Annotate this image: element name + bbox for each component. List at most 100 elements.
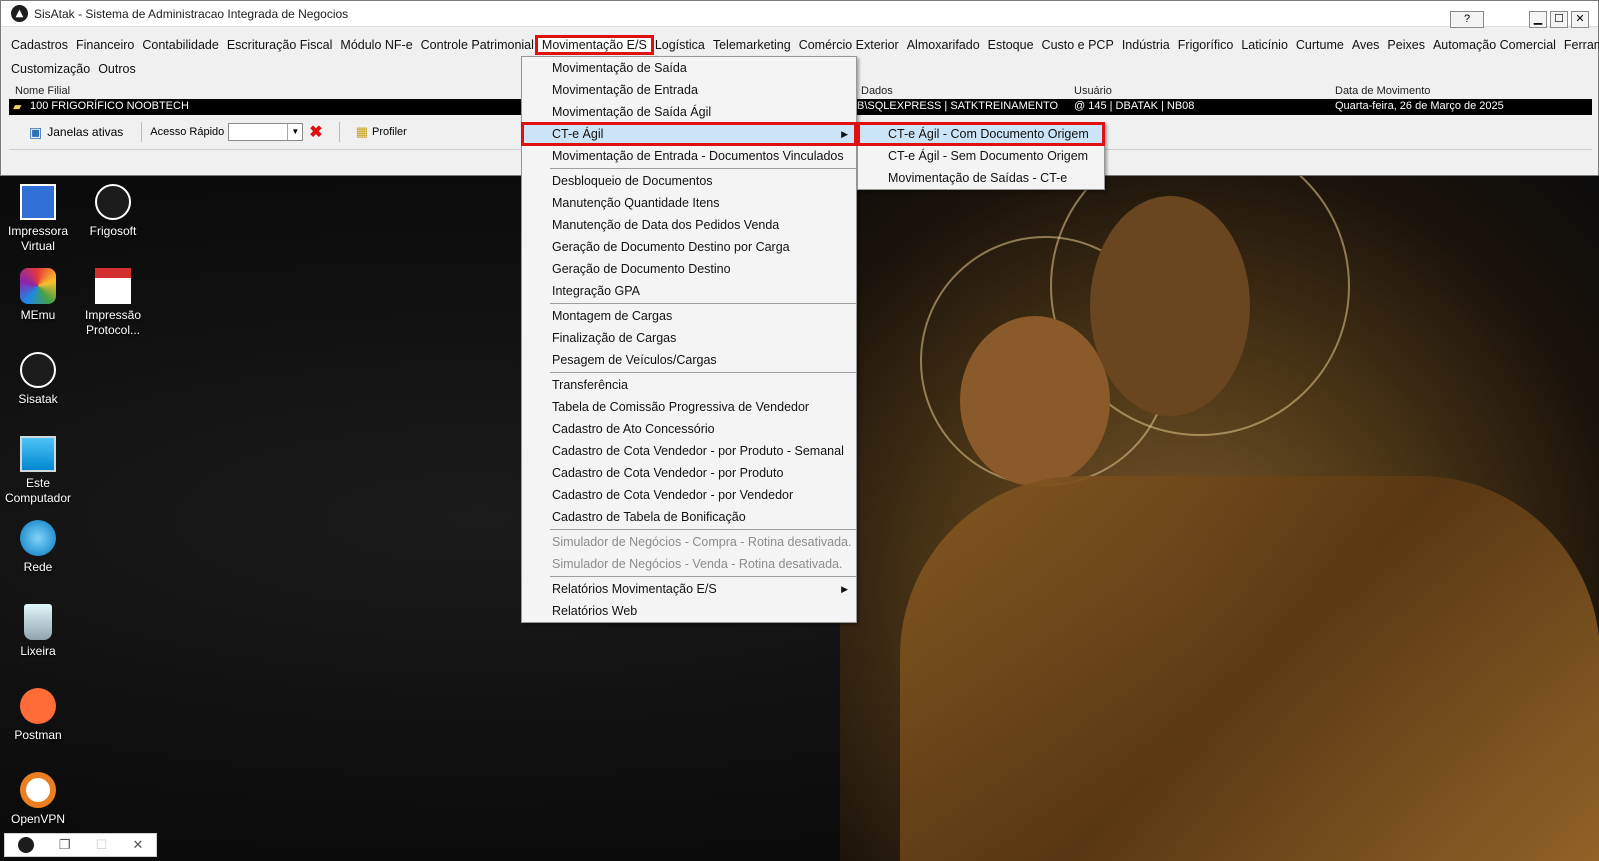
data-movimento-value: Quarta-feira, 26 de Março de 2025 [1335, 100, 1504, 112]
desktop-icon-este-computador[interactable]: Este Computador [0, 436, 76, 506]
wallpaper-figure [1090, 196, 1250, 416]
menu-frigorifico[interactable]: Frigorífico [1174, 38, 1238, 52]
desktop-icon-openvpn[interactable]: OpenVPN [0, 772, 76, 827]
menu-separator [550, 168, 856, 169]
wallpaper-robe [900, 476, 1599, 861]
maximize-icon[interactable]: ☐ [96, 838, 108, 853]
minimize-button[interactable]: ▁ [1529, 11, 1547, 28]
menu-industria[interactable]: Indústria [1118, 38, 1174, 52]
menu-item-integracao-gpa[interactable]: Integração GPA [522, 280, 856, 302]
menu-item-manut-qtd[interactable]: Manutenção Quantidade Itens [522, 192, 856, 214]
menu-item-geracao-destino[interactable]: Geração de Documento Destino [522, 258, 856, 280]
menu-item-manut-data[interactable]: Manutenção de Data dos Pedidos Venda [522, 214, 856, 236]
menu-item-simulador-venda: Simulador de Negócios - Venda - Rotina d… [552, 557, 843, 571]
menu-separator [550, 576, 856, 577]
menu-item-geracao-carga[interactable]: Geração de Documento Destino por Carga [522, 236, 856, 258]
menu-financeiro[interactable]: Financeiro [72, 38, 138, 52]
filial-value: 100 FRIGORÍFICO NOOBTECH [30, 100, 189, 112]
help-button[interactable]: ? [1450, 11, 1484, 28]
desktop-icon-impressora-virtual[interactable]: Impressora Virtual [0, 184, 76, 254]
menu-outros[interactable]: Outros [94, 62, 140, 76]
desktop-icon-postman[interactable]: Postman [0, 688, 76, 743]
submenu-item-sem-documento[interactable]: CT-e Ágil - Sem Documento Origem [858, 145, 1104, 167]
profiler-button[interactable]: Profiler [372, 126, 407, 138]
menu-almoxarifado[interactable]: Almoxarifado [903, 38, 984, 52]
close-button[interactable]: ✕ [1571, 11, 1589, 28]
menu-item-ato-concessorio[interactable]: Cadastro de Ato Concessório [522, 418, 856, 440]
menu-item-simulador-compra: Simulador de Negócios - Compra - Rotina … [552, 535, 852, 549]
menu-escrituracao-fiscal[interactable]: Escrituração Fiscal [223, 38, 337, 52]
title-bar: ▲ SisAtak - Sistema de Administracao Int… [1, 1, 1598, 27]
close-icon[interactable]: ✕ [132, 838, 143, 853]
computer-icon [20, 436, 56, 472]
sisatak-logo-icon: ▲ [11, 5, 28, 22]
menu-item-tabela-comissao[interactable]: Tabela de Comissão Progressiva de Vended… [522, 396, 856, 418]
profiler-icon: ▦ [355, 124, 368, 139]
menu-item-cota-vendedor[interactable]: Cadastro de Cota Vendedor - por Vendedor [522, 484, 856, 506]
restore-icon[interactable]: ❐ [59, 838, 71, 853]
menu-item-transferencia[interactable]: Transferência [522, 374, 856, 396]
menu-item-montagem-cargas[interactable]: Montagem de Cargas [522, 305, 856, 327]
desktop-icon-sisatak[interactable]: Sisatak [0, 352, 76, 407]
menu-item-relatorios-web[interactable]: Relatórios Web [522, 600, 856, 622]
menu-item-mov-entrada[interactable]: Movimentação de Entrada [522, 79, 856, 101]
menu-item-cte-agil-label: CT-e Ágil [552, 127, 604, 141]
janelas-ativas-button[interactable]: Janelas ativas [47, 125, 123, 139]
menu-logistica[interactable]: Logística [651, 38, 709, 52]
header-dados: Dados [861, 85, 893, 97]
submenu-arrow-icon: ▶ [841, 584, 848, 594]
dados-value: B\SQLEXPRESS | SATKTREINAMENTO [857, 100, 1059, 112]
menu-item-mov-saida[interactable]: Movimentação de Saída [522, 57, 856, 79]
menu-peixes[interactable]: Peixes [1383, 38, 1429, 52]
clear-icon[interactable]: ✖ [309, 122, 322, 142]
postman-icon [20, 688, 56, 724]
menu-estoque[interactable]: Estoque [984, 38, 1038, 52]
menu-cadastros[interactable]: Cadastros [7, 38, 72, 52]
usuario-value: @ 145 | DBATAK | NB08 [1074, 100, 1195, 112]
acesso-rapido-select[interactable]: ▼ [228, 123, 304, 141]
menu-movimentacao-es[interactable]: Movimentação E/S [534, 35, 654, 55]
menu-item-relatorios-mov-label: Relatórios Movimentação E/S [552, 582, 717, 596]
menu-ferramentas[interactable]: Ferramentas [1560, 38, 1599, 52]
submenu-item-com-documento[interactable]: CT-e Ágil - Com Documento Origem [857, 122, 1105, 146]
desktop-icon-impressao-protocol[interactable]: Impressão Protocol... [75, 268, 151, 338]
menu-curtume[interactable]: Curtume [1292, 38, 1348, 52]
menu-item-relatorios-mov[interactable]: Relatórios Movimentação E/S ▶ [522, 578, 856, 600]
menu-item-cota-produto[interactable]: Cadastro de Cota Vendedor - por Produto [522, 462, 856, 484]
openvpn-icon [20, 772, 56, 808]
menu-item-tabela-bonificacao[interactable]: Cadastro de Tabela de Bonificação [522, 506, 856, 528]
menu-customizacao[interactable]: Customização [7, 62, 94, 76]
menu-aves[interactable]: Aves [1348, 38, 1384, 52]
menu-telemarketing[interactable]: Telemarketing [709, 38, 795, 52]
frigosoft-icon [95, 184, 131, 220]
menu-item-finalizacao-cargas[interactable]: Finalização de Cargas [522, 327, 856, 349]
memu-icon [20, 268, 56, 304]
desktop-icon-frigosoft[interactable]: Frigosoft [75, 184, 151, 239]
menu-item-cte-agil[interactable]: CT-e Ágil ▶ [521, 122, 857, 146]
desktop-icon-memu[interactable]: MEmu [0, 268, 76, 323]
menu-item-mov-saida-agil[interactable]: Movimentação de Saída Ágil [522, 101, 856, 123]
submenu-item-saidas-cte[interactable]: Movimentação de Saídas - CT-e [858, 167, 1104, 189]
menu-comercio-exterior[interactable]: Comércio Exterior [795, 38, 903, 52]
sisatak-logo-icon [17, 837, 34, 853]
menu-item-cota-semanal[interactable]: Cadastro de Cota Vendedor - por Produto … [522, 440, 856, 462]
menu-contabilidade[interactable]: Contabilidade [138, 38, 222, 52]
menu-automacao-comercial[interactable]: Automação Comercial [1429, 38, 1560, 52]
header-nome-filial: Nome Filial [15, 85, 71, 97]
menu-custo-pcp[interactable]: Custo e PCP [1038, 38, 1118, 52]
minimized-window-bar[interactable]: ❐ ☐ ✕ [4, 833, 157, 857]
desktop-icon-lixeira[interactable]: Lixeira [0, 604, 76, 659]
folder-icon: ▰ [13, 101, 22, 113]
menu-item-desbloqueio[interactable]: Desbloqueio de Documentos [522, 170, 856, 192]
submenu-arrow-icon: ▶ [841, 129, 848, 139]
maximize-button[interactable]: ☐ [1550, 11, 1568, 28]
menu-row-1: Cadastros Financeiro Contabilidade Escri… [1, 33, 1599, 57]
header-usuario: Usuário [1074, 85, 1112, 97]
menu-separator [550, 529, 856, 530]
menu-laticinio[interactable]: Laticínio [1237, 38, 1292, 52]
desktop-icon-rede[interactable]: Rede [0, 520, 76, 575]
menu-modulo-nfe[interactable]: Módulo NF-e [336, 38, 416, 52]
menu-item-pesagem[interactable]: Pesagem de Veículos/Cargas [522, 349, 856, 371]
menu-controle-patrimonial[interactable]: Controle Patrimonial [417, 38, 538, 52]
menu-item-mov-entrada-docs[interactable]: Movimentação de Entrada - Documentos Vin… [522, 145, 856, 167]
